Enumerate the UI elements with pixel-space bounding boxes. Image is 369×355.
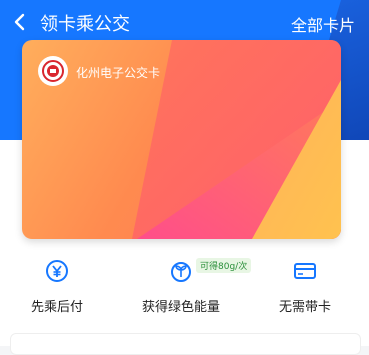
feature-label: 先乘后付	[30, 300, 83, 315]
yuan-coin-icon	[44, 258, 70, 284]
bus-card[interactable]: 化州电子公交卡	[22, 40, 341, 239]
energy-badge: 可得80g/次	[196, 258, 252, 273]
feature-row: 先乘后付 获得绿色能量 无需带卡	[0, 258, 369, 318]
all-cards-link[interactable]: 全部卡片	[291, 12, 355, 36]
back-button[interactable]	[9, 12, 29, 32]
card-icon	[292, 258, 318, 284]
top-bar: 领卡乘公交 全部卡片	[0, 0, 369, 44]
card-name: 化州电子公交卡	[76, 66, 161, 80]
bus-logo-icon	[38, 56, 68, 86]
feature-pay-later: 先乘后付	[0, 258, 117, 315]
feature-no-card: 无需带卡	[245, 258, 365, 315]
feature-label: 获得绿色能量	[141, 300, 220, 315]
chevron-left-icon	[14, 13, 25, 31]
feature-label: 无需带卡	[278, 300, 331, 315]
page-title: 领卡乘公交	[40, 14, 130, 35]
bottom-card	[10, 333, 361, 355]
sprout-icon	[168, 258, 194, 284]
card-pattern	[132, 40, 341, 239]
